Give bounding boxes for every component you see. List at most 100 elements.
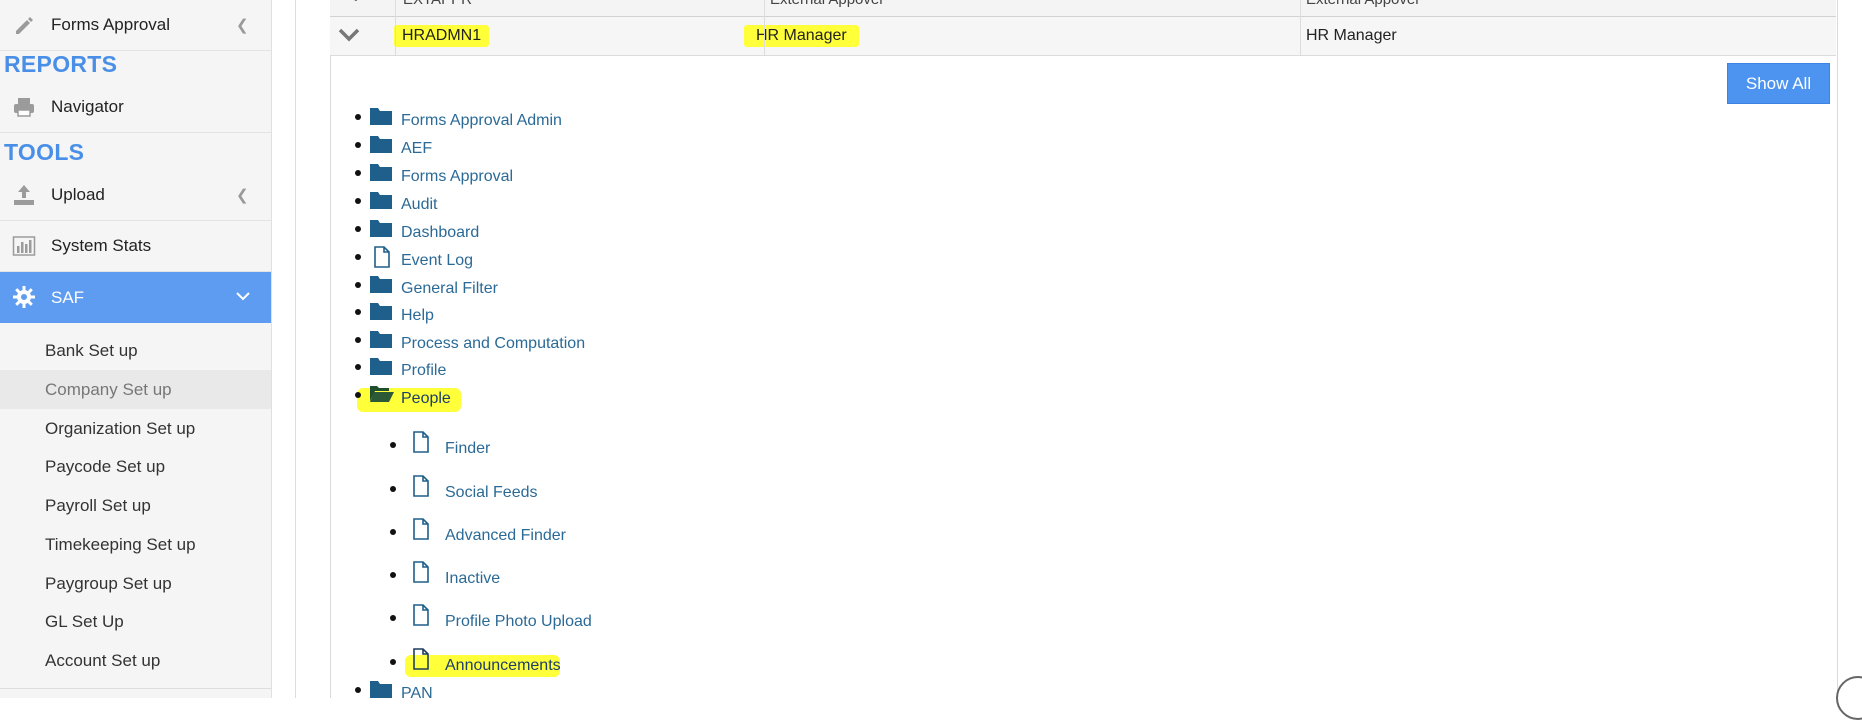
bullet: [355, 282, 361, 288]
grid-header-cell: External Appover: [770, 0, 884, 8]
bullet: [390, 659, 396, 665]
bullet: [390, 529, 396, 535]
chevron-down-icon[interactable]: [338, 28, 360, 42]
tree-node-label: Event Log: [401, 252, 474, 269]
printer-icon: [14, 98, 34, 117]
document-icon: [413, 648, 429, 670]
tree-node-label: Profile: [401, 362, 447, 379]
divider: [0, 688, 271, 689]
submenu-item-bank-setup[interactable]: Bank Set up: [0, 331, 271, 370]
bullet: [355, 337, 361, 343]
section-header-tools: TOOLS: [4, 139, 85, 165]
tree-node-label: Process and Computation: [401, 335, 586, 352]
bullet: [355, 254, 361, 260]
tree-node-label: Inactive: [445, 570, 501, 587]
document-icon: [374, 246, 390, 268]
sidebar-item-upload[interactable]: Upload ❮: [0, 170, 271, 221]
sidebar-item-system-stats[interactable]: System Stats: [0, 221, 271, 272]
folder-icon: [370, 681, 392, 698]
bullet: [355, 114, 361, 120]
bullet: [355, 392, 361, 398]
bullet: [355, 364, 361, 370]
gear-icon: [13, 286, 35, 308]
bullet: [390, 572, 396, 578]
bullet: [390, 486, 396, 492]
table-row[interactable]: HRADMN1 HR Manager HR Manager: [330, 0, 1836, 56]
tree-node-label: AEF: [401, 140, 433, 157]
submenu-item-payroll-setup[interactable]: Payroll Set up: [0, 486, 271, 525]
sidebar-item-label: System Stats: [51, 236, 152, 255]
tree-node-label: Forms Approval: [401, 168, 514, 185]
tree-node-label: Profile Photo Upload: [445, 613, 592, 630]
folder-icon: [370, 331, 392, 348]
grid-header-cell: External Appover: [1306, 0, 1420, 8]
tree-node-label: Finder: [445, 440, 491, 457]
bullet: [355, 226, 361, 232]
grid-header: ∨ EXTAPPR External Appover External Appo…: [330, 0, 1836, 17]
document-icon: [413, 518, 429, 540]
tree-node-label: Social Feeds: [445, 484, 538, 501]
document-icon: [413, 475, 429, 497]
chevron-left-icon: ❮: [236, 17, 249, 34]
pencil-icon: [16, 17, 33, 34]
folder-icon: [370, 303, 392, 320]
tree-node-label: Audit: [401, 196, 438, 213]
table-cell-code: HRADMN1: [394, 25, 490, 47]
sidebar-item-label: Forms Approval: [51, 15, 171, 34]
column-separator: [395, 0, 396, 55]
sidebar-item-navigator[interactable]: Navigator: [0, 82, 271, 133]
chevron-left-icon: ❮: [236, 187, 249, 204]
folder-icon: [370, 192, 392, 209]
column-separator: [764, 0, 765, 55]
bar-chart-icon: [12, 236, 36, 256]
table-cell-description: HR Manager: [1306, 27, 1397, 44]
sidebar-item-label: Navigator: [51, 97, 124, 116]
tree-node-label: Help: [401, 307, 434, 324]
table-cell-role: HR Manager: [744, 25, 859, 47]
content-divider: [295, 0, 296, 698]
chevron-down-icon: [236, 292, 250, 301]
tree-node-label: Dashboard: [401, 224, 480, 241]
tree-node-label: Forms Approval Admin: [401, 112, 562, 129]
bullet: [355, 687, 361, 693]
folder-icon: [370, 108, 392, 125]
folder-icon: [370, 220, 392, 237]
document-icon: [413, 561, 429, 583]
show-all-button[interactable]: Show All: [1727, 63, 1830, 104]
bullet: [355, 170, 361, 176]
submenu-item-paycode-setup[interactable]: Paycode Set up: [0, 447, 271, 486]
folder-icon: [370, 164, 392, 181]
tree-node-label: Announcements: [445, 657, 561, 674]
scroll-to-top-button[interactable]: [1836, 676, 1862, 720]
upload-icon: [14, 185, 34, 205]
section-header-reports: REPORTS: [4, 51, 118, 77]
sidebar-item-forms-approval[interactable]: Forms Approval ❮: [0, 0, 271, 51]
submenu-item-paygroup-setup[interactable]: Paygroup Set up: [0, 564, 271, 603]
bullet: [390, 442, 396, 448]
bullet: [355, 309, 361, 315]
tree-node-label: People: [401, 390, 451, 407]
tree-node-label: Advanced Finder: [445, 527, 566, 544]
column-separator: [1300, 0, 1301, 55]
folder-icon: [370, 358, 392, 375]
document-icon: [413, 431, 429, 453]
submenu-item-organization-setup[interactable]: Organization Set up: [0, 409, 271, 448]
bullet: [390, 615, 396, 621]
folder-icon: [370, 136, 392, 153]
folder-open-icon: [370, 386, 394, 402]
bullet: [355, 142, 361, 148]
sidebar-item-label: SAF: [51, 287, 85, 307]
submenu-item-account-setup[interactable]: Account Set up: [0, 641, 271, 680]
submenu-item-company-setup[interactable]: Company Set up: [0, 370, 271, 409]
column-toggle-icon: ∨: [350, 0, 362, 6]
document-icon: [413, 604, 429, 626]
sidebar-item-saf[interactable]: SAF: [0, 272, 271, 323]
submenu-item-timekeeping-setup[interactable]: Timekeeping Set up: [0, 525, 271, 564]
submenu-item-gl-setup[interactable]: GL Set Up: [0, 602, 271, 641]
sidebar-item-label: Upload: [51, 185, 105, 204]
tree-node-label: General Filter: [401, 280, 498, 297]
folder-icon: [370, 276, 392, 293]
tree-node-label: PAN: [401, 685, 433, 702]
sidebar: Forms Approval ❮ REPORTS Navigator TOOLS…: [0, 0, 272, 698]
bullet: [355, 198, 361, 204]
